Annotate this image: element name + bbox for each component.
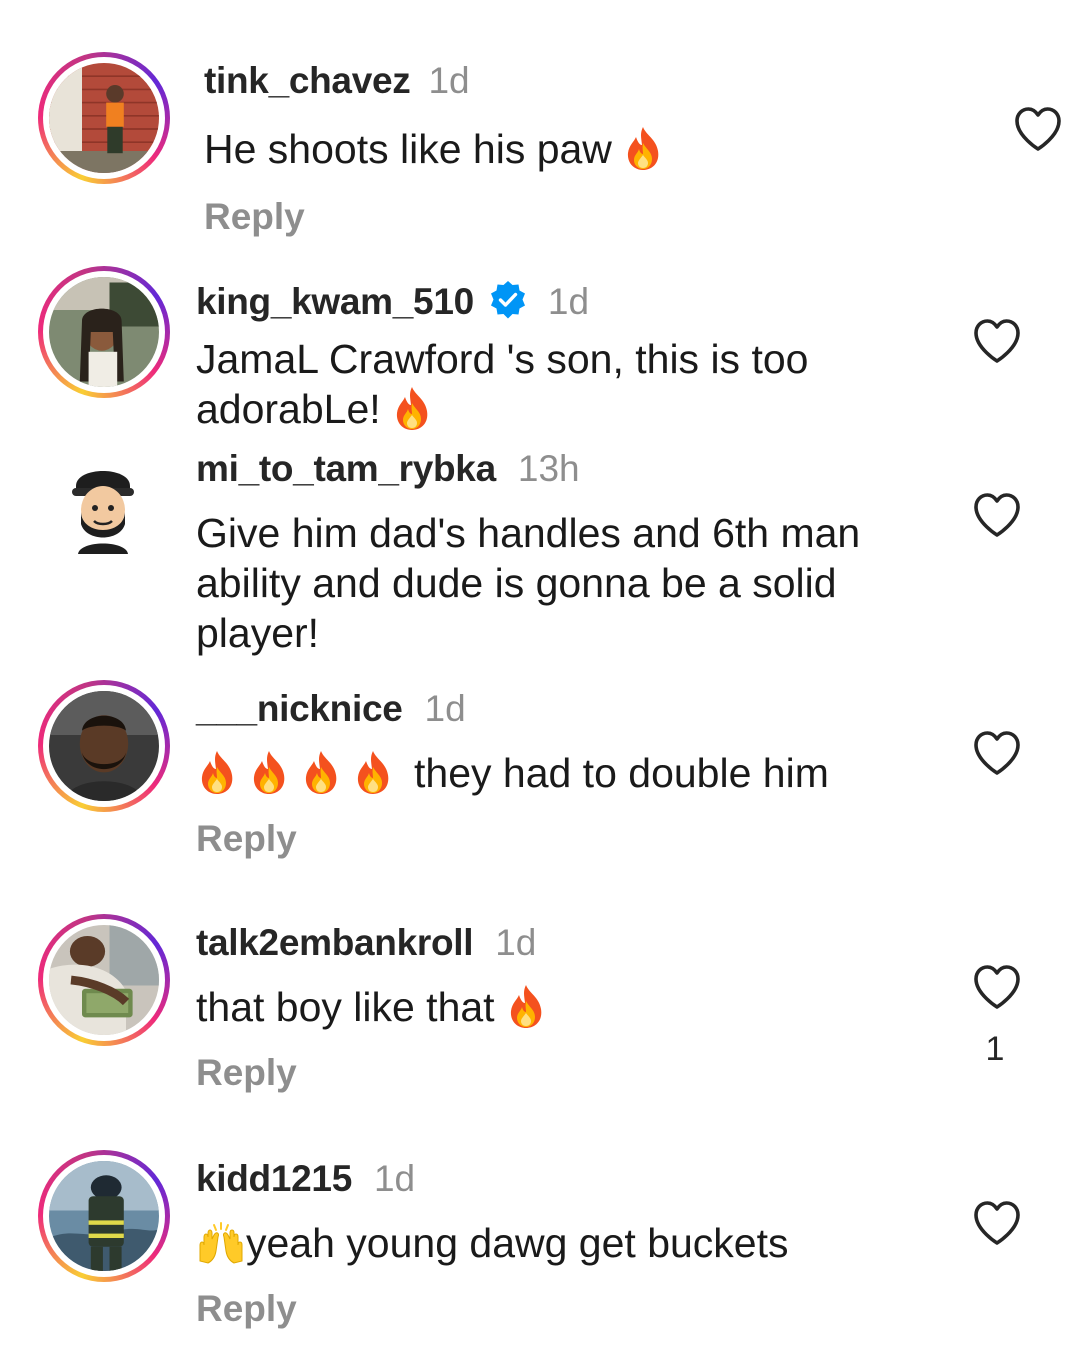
fire-emoji: [196, 749, 238, 795]
fire-emoji: [300, 749, 342, 795]
like-count: 1: [985, 1030, 1005, 1068]
heart-outline-icon[interactable]: [972, 492, 1022, 538]
comment-text: yeah young dawg get buckets: [196, 1218, 916, 1268]
heart-outline-icon[interactable]: [1013, 106, 1063, 152]
timestamp: 1d: [495, 922, 537, 963]
timestamp: 1d: [373, 1158, 416, 1199]
heart-outline-icon[interactable]: [972, 730, 1022, 776]
username[interactable]: ___nicknice: [196, 688, 403, 730]
username[interactable]: talk2embankroll: [196, 922, 474, 964]
avatar[interactable]: [38, 1150, 170, 1282]
username[interactable]: king_kwam_510: [196, 281, 474, 323]
comment-text: they had to double him: [196, 748, 956, 798]
fire-emoji: [391, 385, 433, 431]
timestamp: 1d: [428, 60, 470, 101]
heart-outline-icon[interactable]: [972, 318, 1022, 364]
avatar[interactable]: [38, 680, 170, 812]
verified-badge-icon: [488, 280, 528, 320]
timestamp: 13h: [517, 448, 580, 489]
fire-emoji: [622, 125, 664, 171]
reply-button[interactable]: Reply: [204, 196, 305, 238]
fire-emoji: [505, 983, 547, 1029]
username[interactable]: tink_chavez: [204, 60, 411, 102]
heart-outline-icon[interactable]: [972, 1200, 1022, 1246]
timestamp: 1d: [424, 688, 466, 729]
avatar[interactable]: [38, 914, 170, 1046]
timestamp: 1d: [547, 281, 590, 322]
comment-text: Give him dad's handles and 6th man abili…: [196, 510, 861, 656]
heart-outline-icon[interactable]: [972, 964, 1022, 1010]
comment-text: that boy like that: [196, 982, 916, 1032]
reply-button[interactable]: Reply: [196, 1288, 297, 1330]
avatar[interactable]: [38, 52, 170, 184]
comment-text: He shoots like his paw: [204, 124, 924, 174]
raised-hands-emoji: [196, 1221, 246, 1265]
reply-button[interactable]: Reply: [196, 1052, 297, 1094]
fire-emoji: [248, 749, 290, 795]
reply-button[interactable]: Reply: [196, 818, 297, 860]
comment-text: JamaL Crawford 's son, this is too adora…: [196, 336, 809, 432]
fire-emoji: [352, 749, 394, 795]
avatar[interactable]: [38, 266, 170, 398]
avatar[interactable]: [68, 458, 138, 554]
username[interactable]: kidd1215: [196, 1158, 352, 1200]
username[interactable]: mi_to_tam_rybka: [196, 448, 496, 490]
